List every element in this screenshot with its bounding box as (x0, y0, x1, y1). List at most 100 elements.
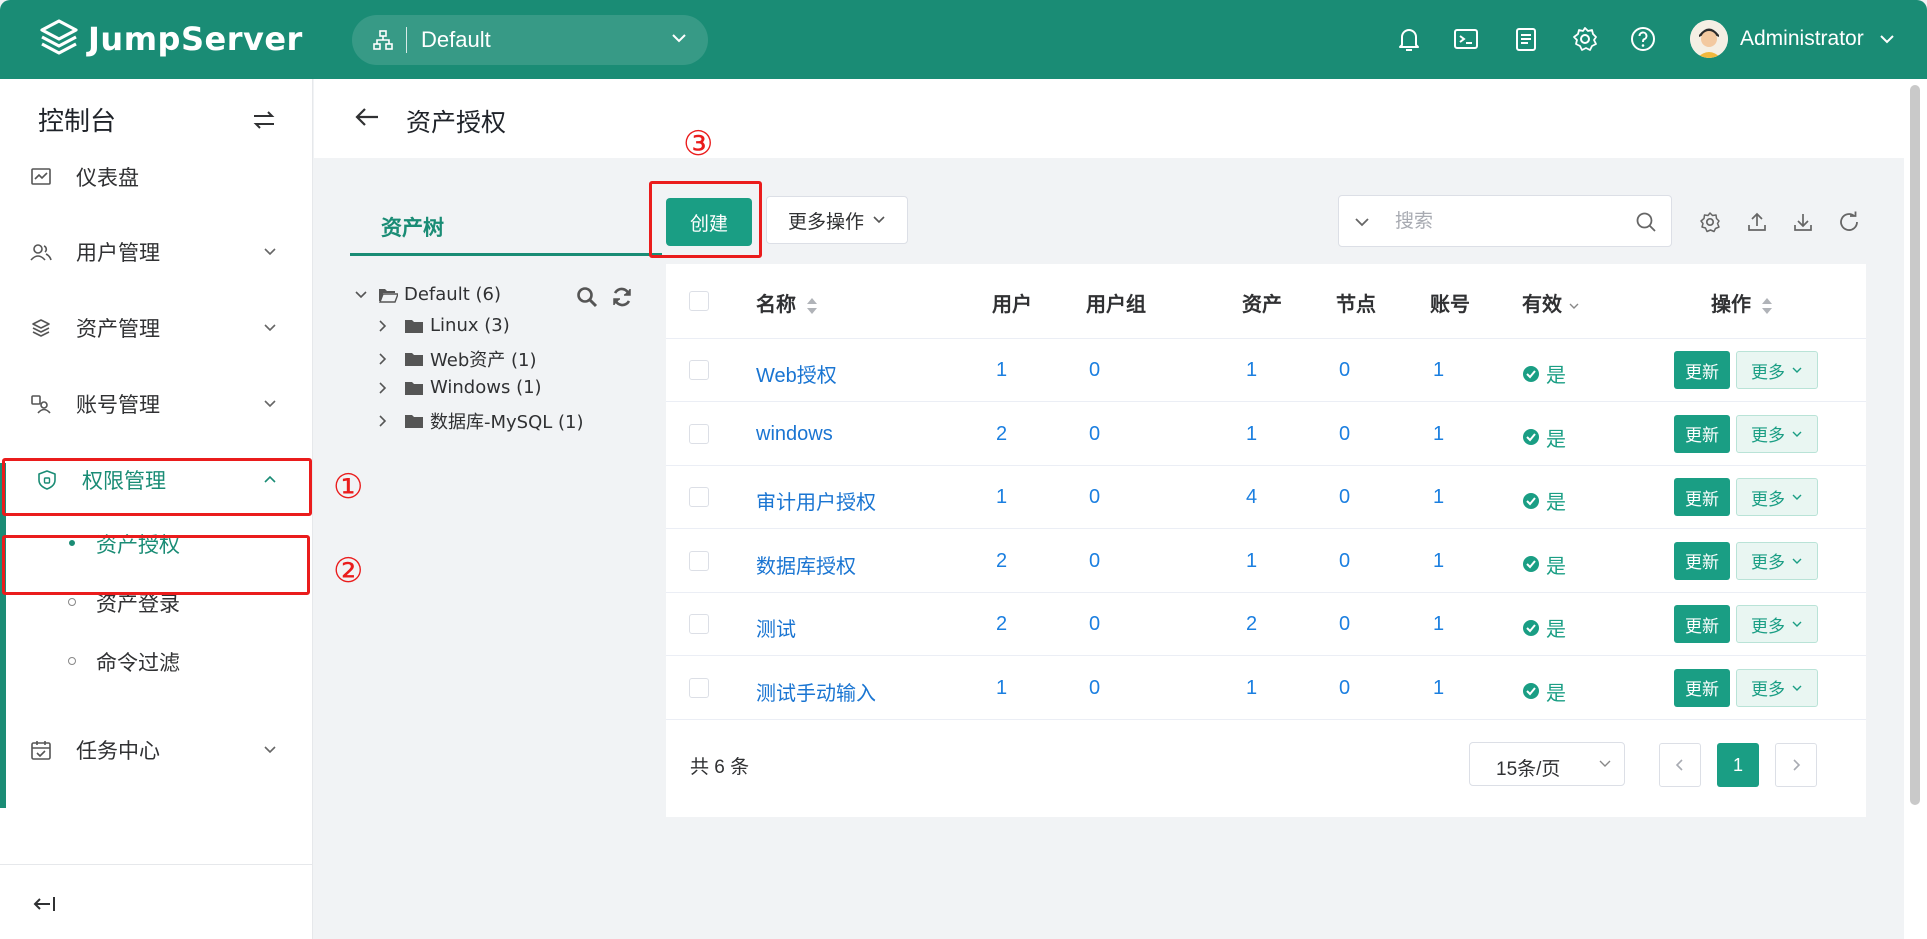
refresh-icon[interactable] (1837, 210, 1861, 234)
collapse-sidebar-icon[interactable] (32, 893, 58, 915)
row-more-button[interactable]: 更多 (1736, 605, 1818, 643)
permission-name-link[interactable]: 数据库授权 (756, 550, 856, 579)
row-more-button[interactable]: 更多 (1736, 414, 1818, 453)
row-checkbox[interactable] (689, 487, 709, 507)
cell-user-groups[interactable]: 0 (1089, 359, 1100, 382)
tree-node[interactable]: Web资产 (1) (376, 346, 536, 372)
update-button[interactable]: 更新 (1674, 414, 1730, 453)
cell-nodes[interactable]: 0 (1339, 486, 1350, 509)
permission-name-link[interactable]: 审计用户授权 (756, 486, 876, 515)
row-checkbox[interactable] (689, 360, 709, 380)
permission-name-link[interactable]: windows (756, 423, 833, 446)
page-size-select[interactable]: 15条/页 (1469, 742, 1625, 786)
refresh-icon[interactable] (611, 286, 633, 308)
tree-node[interactable]: 数据库-MySQL (1) (376, 408, 584, 434)
sidebar-item-accounts[interactable]: 账号管理 (0, 374, 313, 434)
back-arrow-icon[interactable] (354, 105, 380, 129)
help-icon[interactable] (1628, 24, 1658, 54)
cell-assets[interactable]: 2 (1246, 613, 1257, 636)
cell-nodes[interactable]: 0 (1339, 359, 1350, 382)
prev-page-button[interactable] (1659, 743, 1701, 787)
cell-nodes[interactable]: 0 (1339, 613, 1350, 636)
search-input[interactable] (1395, 208, 1615, 236)
cell-user-groups[interactable]: 0 (1089, 550, 1100, 573)
org-selector[interactable]: Default (352, 15, 708, 65)
cell-nodes[interactable]: 0 (1339, 677, 1350, 700)
cell-user-groups[interactable]: 0 (1089, 486, 1100, 509)
cell-accounts[interactable]: 1 (1433, 677, 1444, 700)
more-actions-button[interactable]: 更多操作 (766, 196, 908, 244)
sidebar-item-assets[interactable]: 资产管理 (0, 298, 313, 358)
cell-users[interactable]: 2 (996, 550, 1007, 573)
cell-nodes[interactable]: 0 (1339, 423, 1350, 446)
cell-assets[interactable]: 1 (1246, 359, 1257, 382)
cell-users[interactable]: 1 (996, 486, 1007, 509)
switch-view-icon[interactable] (252, 109, 276, 131)
row-checkbox[interactable] (689, 614, 709, 634)
row-more-button[interactable]: 更多 (1736, 668, 1818, 707)
column-header-valid[interactable]: 有效 (1522, 288, 1580, 317)
cell-accounts[interactable]: 1 (1433, 359, 1444, 382)
cell-accounts[interactable]: 1 (1433, 486, 1444, 509)
select-all-checkbox[interactable] (689, 291, 709, 311)
cell-user-groups[interactable]: 0 (1089, 677, 1100, 700)
tree-node[interactable]: Windows (1) (376, 377, 542, 398)
tree-node-root[interactable]: Default (6) (354, 284, 501, 305)
cell-nodes[interactable]: 0 (1339, 550, 1350, 573)
cell-accounts[interactable]: 1 (1433, 423, 1444, 446)
row-checkbox[interactable] (689, 550, 709, 571)
download-icon[interactable] (1791, 210, 1815, 234)
cell-users[interactable]: 1 (996, 677, 1007, 700)
search-box[interactable] (1338, 195, 1672, 247)
cell-accounts[interactable]: 1 (1433, 550, 1444, 573)
settings-icon[interactable] (1570, 24, 1600, 54)
sort-icon[interactable] (806, 296, 818, 316)
search-icon[interactable] (576, 286, 598, 308)
update-button[interactable]: 更新 (1674, 541, 1730, 580)
terminal-icon[interactable] (1451, 24, 1481, 54)
row-checkbox[interactable] (689, 677, 709, 698)
search-icon[interactable] (1635, 211, 1657, 233)
update-button[interactable]: 更新 (1674, 668, 1730, 707)
sidebar-item-dashboard[interactable]: 仪表盘 (0, 147, 313, 207)
cell-users[interactable]: 1 (996, 359, 1007, 382)
update-button[interactable]: 更新 (1674, 605, 1730, 643)
cell-accounts[interactable]: 1 (1433, 613, 1444, 636)
upload-icon[interactable] (1745, 210, 1769, 234)
bell-icon[interactable] (1394, 24, 1424, 54)
sidebar-item-tasks[interactable]: 任务中心 (0, 720, 313, 780)
sidebar-subitem-command-filter[interactable]: 命令过滤 (0, 633, 313, 689)
update-button[interactable]: 更新 (1674, 478, 1730, 516)
row-more-button[interactable]: 更多 (1736, 351, 1818, 389)
cell-assets[interactable]: 1 (1246, 677, 1257, 700)
cell-users[interactable]: 2 (996, 423, 1007, 446)
page-number-current[interactable]: 1 (1717, 743, 1759, 787)
filter-chevron-icon[interactable] (1568, 300, 1580, 312)
column-header-name[interactable]: 名称 (756, 288, 818, 317)
chevron-down-icon[interactable] (1353, 213, 1371, 231)
scrollbar[interactable] (1904, 79, 1927, 939)
column-header-actions[interactable]: 操作 (1711, 288, 1773, 317)
permission-name-link[interactable]: Web授权 (756, 359, 837, 388)
permission-name-link[interactable]: 测试手动输入 (756, 677, 876, 706)
logo[interactable]: JumpServer (38, 18, 303, 60)
scrollbar-thumb[interactable] (1910, 85, 1920, 805)
sort-icon[interactable] (1761, 296, 1773, 316)
cell-assets[interactable]: 1 (1246, 550, 1257, 573)
tree-node[interactable]: Linux (3) (376, 315, 510, 336)
cell-user-groups[interactable]: 0 (1089, 423, 1100, 446)
cell-assets[interactable]: 4 (1246, 486, 1257, 509)
user-menu[interactable]: Administrator (1690, 20, 1896, 58)
row-more-button[interactable]: 更多 (1736, 478, 1818, 516)
tickets-icon[interactable] (1511, 24, 1541, 54)
settings-icon[interactable] (1698, 210, 1722, 234)
tab-asset-tree[interactable]: 资产树 (350, 190, 662, 256)
cell-assets[interactable]: 1 (1246, 423, 1257, 446)
cell-users[interactable]: 2 (996, 613, 1007, 636)
sidebar-item-users[interactable]: 用户管理 (0, 222, 313, 282)
next-page-button[interactable] (1775, 743, 1817, 787)
row-more-button[interactable]: 更多 (1736, 541, 1818, 580)
permission-name-link[interactable]: 测试 (756, 613, 796, 642)
cell-user-groups[interactable]: 0 (1089, 613, 1100, 636)
update-button[interactable]: 更新 (1674, 351, 1730, 389)
